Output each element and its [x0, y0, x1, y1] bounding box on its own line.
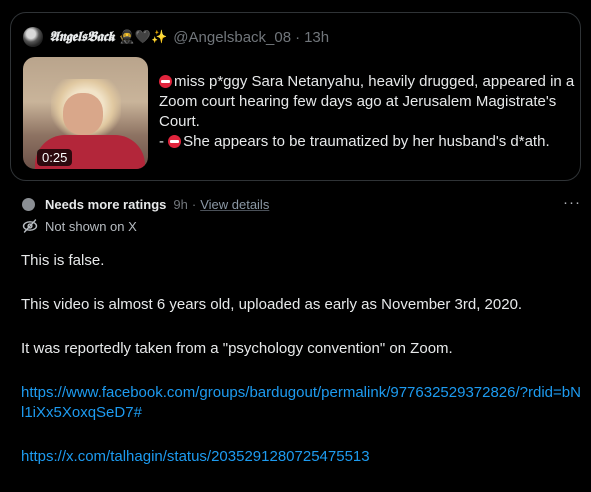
no-entry-icon: [168, 135, 182, 148]
source-link-facebook[interactable]: https://www.facebook.com/groups/bardugou…: [21, 384, 581, 421]
author-handle[interactable]: @Angelsback_08: [173, 29, 291, 46]
separator-dot: ·: [191, 196, 197, 212]
author-name[interactable]: 𝕬𝖓𝖌𝖊𝖑𝖘𝕭𝖆𝖈𝖐: [49, 29, 115, 45]
note-status: Needs more ratings: [45, 196, 167, 212]
post-text-2: She appears to be traumatized by her hus…: [183, 133, 550, 150]
rating-status-icon: [22, 197, 35, 211]
no-entry-icon: [159, 75, 172, 88]
quoted-post-header: 𝕬𝖓𝖌𝖊𝖑𝖘𝕭𝖆𝖈𝖐 🥷🖤✨ @Angelsback_08 · 13h: [23, 26, 329, 48]
note-paragraph: This video is almost 6 years old, upload…: [21, 296, 523, 313]
note-paragraph: This is false.: [21, 252, 105, 269]
post-text-line-2: - She appears to be traumatized by her h…: [159, 132, 579, 152]
author-emoji: 🥷🖤✨: [118, 29, 168, 44]
view-details-link[interactable]: View details: [200, 197, 269, 212]
source-link-facebook-line: https://www.facebook.com/groups/bardugou…: [21, 383, 581, 423]
quoted-post-text: miss p*ggy Sara Netanyahu, heavily drugg…: [159, 72, 579, 152]
visibility-label: Not shown on X: [45, 218, 137, 234]
more-options-icon[interactable]: ···: [563, 195, 581, 210]
separator-dot: ·: [295, 28, 301, 46]
note-paragraph: It was reportedly taken from a "psycholo…: [21, 340, 453, 357]
note-body: This is false. This video is almost 6 ye…: [21, 251, 581, 467]
source-link-x-line: https://x.com/talhagin/status/2035291280…: [21, 447, 581, 467]
video-frame-face: [63, 93, 103, 135]
note-header: Needs more ratings 9h · View details: [22, 195, 269, 213]
post-text-1: miss p*ggy Sara Netanyahu, heavily drugg…: [159, 73, 575, 130]
post-text-line-1: miss p*ggy Sara Netanyahu, heavily drugg…: [159, 72, 579, 132]
quoted-post-card[interactable]: 𝕬𝖓𝖌𝖊𝖑𝖘𝕭𝖆𝖈𝖐 🥷🖤✨ @Angelsback_08 · 13h 0:25…: [10, 12, 581, 181]
note-visibility: Not shown on X: [22, 217, 137, 235]
video-thumbnail[interactable]: 0:25: [23, 57, 148, 169]
post-time[interactable]: 13h: [304, 29, 329, 46]
post-text-2-prefix: -: [159, 133, 169, 150]
eye-off-icon: [22, 219, 38, 233]
note-time: 9h: [173, 196, 188, 212]
video-duration-badge: 0:25: [37, 149, 73, 166]
author-avatar[interactable]: [23, 27, 43, 47]
source-link-x[interactable]: https://x.com/talhagin/status/2035291280…: [21, 448, 370, 465]
